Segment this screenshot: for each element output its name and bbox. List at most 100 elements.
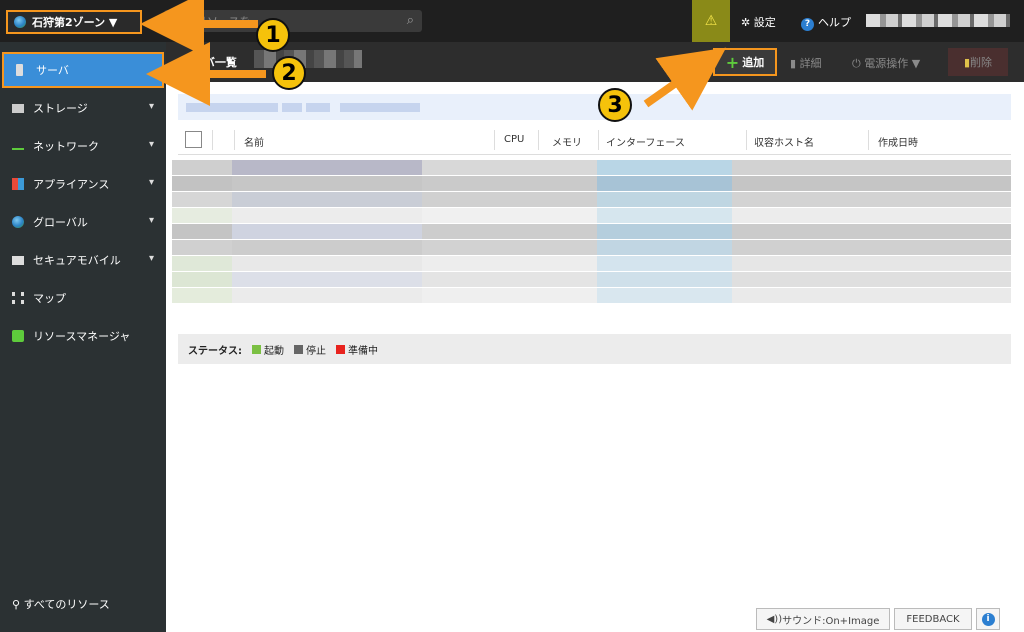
table-row[interactable] xyxy=(172,240,1011,255)
status-stopped-label: 停止 xyxy=(306,345,326,357)
appliance-icon xyxy=(12,178,24,190)
globe-icon xyxy=(12,216,24,228)
power-icon: ⏻ xyxy=(852,57,865,70)
detail-label: 詳細 xyxy=(799,57,822,70)
server-table-body xyxy=(172,154,1011,330)
settings-label: 設定 xyxy=(753,16,776,29)
power-button[interactable]: ⏻ 電源操作 ▼ xyxy=(852,55,920,71)
column-header-cpu[interactable]: CPU xyxy=(504,134,524,145)
warning-button[interactable]: ⚠ xyxy=(692,0,730,42)
table-row[interactable] xyxy=(172,272,1011,287)
table-row[interactable] xyxy=(172,256,1011,271)
select-all-checkbox[interactable] xyxy=(185,131,202,148)
zone-selector[interactable]: 石狩第2ゾーン ▼ xyxy=(6,10,142,34)
help-button[interactable]: ? ヘルプ xyxy=(801,14,851,31)
sidebar-item-label: マップ xyxy=(33,292,66,305)
sidebar-item-label: ネットワーク xyxy=(33,140,99,153)
sound-label: サウンド:On+Image xyxy=(782,615,880,627)
search-input[interactable]: リソースを ⌕ xyxy=(164,10,422,32)
zone-label: 石狩第2ゾーン ▼ xyxy=(32,16,118,29)
sidebar-item-label: リソースマネージャ xyxy=(33,330,131,343)
info-icon: i xyxy=(981,612,995,626)
all-resources-label: すべてのリソース xyxy=(23,598,110,611)
main-content: 名前 CPU メモリ インターフェース 収容ホスト名 作成日時 ステータス: 起… xyxy=(166,82,1024,632)
network-icon xyxy=(12,142,24,150)
column-header-created[interactable]: 作成日時 xyxy=(878,134,918,149)
table-header: 名前 CPU メモリ インターフェース 収容ホスト名 作成日時 xyxy=(178,126,1011,155)
book-icon: ▮ xyxy=(790,57,800,70)
user-account[interactable] xyxy=(866,14,1010,27)
annotation-badge-2: 2 xyxy=(272,56,306,90)
sidebar-item-network[interactable]: ネットワーク ▾ xyxy=(0,128,166,164)
resource-manager-icon xyxy=(12,330,24,342)
all-resources-link[interactable]: ⚲ すべてのリソース xyxy=(12,596,110,612)
sidebar-item-label: グローバル xyxy=(33,216,88,229)
sidebar-item-secure-mobile[interactable]: セキュアモバイル ▾ xyxy=(0,242,166,278)
search-placeholder: リソースを xyxy=(196,15,251,28)
help-label: ヘルプ xyxy=(818,16,851,29)
search-icon: ⚲ xyxy=(12,598,24,611)
status-preparing-swatch xyxy=(336,344,345,354)
status-legend: ステータス: 起動 停止 準備中 xyxy=(178,334,1011,364)
detail-button[interactable]: ▮ 詳細 xyxy=(790,55,822,71)
column-header-memory[interactable]: メモリ xyxy=(552,134,582,149)
info-button[interactable]: i xyxy=(976,608,1000,630)
search-icon[interactable]: ⌕ xyxy=(407,13,414,28)
column-header-host[interactable]: 収容ホスト名 xyxy=(754,134,814,149)
column-header-interface[interactable]: インターフェース xyxy=(606,134,685,149)
speaker-icon: ◀)) xyxy=(766,613,783,625)
table-row[interactable] xyxy=(172,176,1011,191)
status-running-swatch xyxy=(252,344,261,354)
server-icon xyxy=(16,64,23,76)
plus-icon: + xyxy=(725,52,740,72)
delete-label: 削除 xyxy=(970,56,993,69)
table-row[interactable] xyxy=(172,208,1011,223)
sidebar: サーバ ストレージ ▾ ネットワーク ▾ アプライアンス ▾ グローバル ▾ セ… xyxy=(0,42,166,632)
server-count xyxy=(254,50,362,68)
table-row[interactable] xyxy=(172,288,1011,303)
gear-icon: ✲ xyxy=(741,16,754,29)
table-row[interactable] xyxy=(172,224,1011,239)
sidebar-item-resource-manager[interactable]: リソースマネージャ xyxy=(0,318,166,354)
table-row[interactable] xyxy=(172,192,1011,207)
annotation-badge-1: 1 xyxy=(256,18,290,52)
chevron-down-icon: ▾ xyxy=(148,139,154,150)
sidebar-item-label: アプライアンス xyxy=(33,178,110,191)
sidebar-item-label: サーバ xyxy=(36,64,69,77)
column-header-name[interactable]: 名前 xyxy=(244,134,264,149)
sidebar-item-server[interactable]: サーバ xyxy=(2,52,164,88)
status-stopped-swatch xyxy=(294,344,303,354)
storage-icon xyxy=(12,103,24,113)
status-preparing-label: 準備中 xyxy=(348,345,378,357)
sidebar-item-map[interactable]: マップ xyxy=(0,280,166,316)
status-running-label: 起動 xyxy=(264,345,284,357)
feedback-label: FEEDBACK xyxy=(906,613,960,625)
globe-icon xyxy=(14,16,26,28)
settings-button[interactable]: ✲ 設定 xyxy=(741,14,776,30)
annotation-badge-3: 3 xyxy=(598,88,632,122)
feedback-button[interactable]: FEEDBACK xyxy=(894,608,972,630)
sidebar-item-label: セキュアモバイル xyxy=(33,254,121,267)
warning-icon: ⚠ xyxy=(704,13,718,29)
filter-bar[interactable] xyxy=(178,94,1011,120)
sidebar-item-global[interactable]: グローバル ▾ xyxy=(0,204,166,240)
sidebar-item-storage[interactable]: ストレージ ▾ xyxy=(0,90,166,126)
chevron-down-icon: ▾ xyxy=(148,215,154,226)
help-icon: ? xyxy=(801,18,814,31)
sidebar-item-appliance[interactable]: アプライアンス ▾ xyxy=(0,166,166,202)
delete-button[interactable]: ▮ 削除 xyxy=(948,48,1008,76)
sound-toggle[interactable]: ◀)) サウンド:On+Image xyxy=(756,608,890,630)
power-label: 電源操作 ▼ xyxy=(864,57,921,70)
secure-mobile-icon xyxy=(12,255,24,265)
status-legend-label: ステータス: xyxy=(188,345,242,357)
table-row[interactable] xyxy=(172,160,1011,175)
chevron-down-icon: ▾ xyxy=(148,177,154,188)
chevron-down-icon: ▾ xyxy=(148,253,154,264)
map-icon xyxy=(12,292,24,304)
page-title: サーバ一覧 xyxy=(182,54,237,75)
top-bar: 石狩第2ゾーン ▼ リソースを ⌕ ⚠ ✲ 設定 ? ヘルプ xyxy=(0,0,1024,42)
sidebar-item-label: ストレージ xyxy=(33,102,88,115)
add-label: 追加 xyxy=(742,56,765,69)
add-button[interactable]: + 追加 xyxy=(713,48,777,76)
chevron-down-icon: ▾ xyxy=(148,101,154,112)
